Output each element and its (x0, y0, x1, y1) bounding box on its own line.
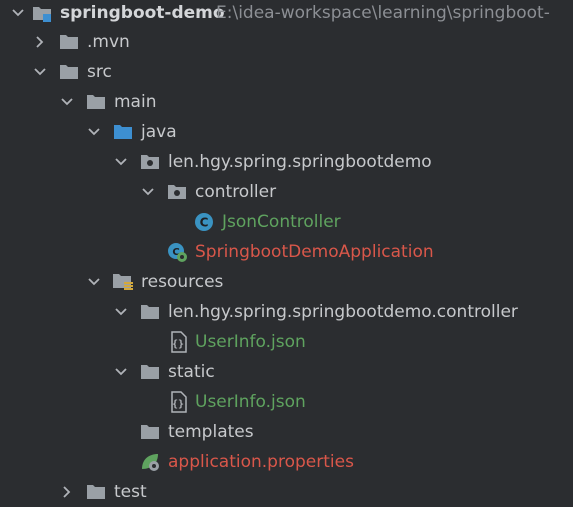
chevron-down-icon[interactable] (111, 302, 131, 322)
spring-properties-icon (139, 451, 161, 473)
chevron-down-icon[interactable] (111, 152, 131, 172)
tree-item-label: UserInfo.json (195, 392, 306, 412)
tree-row-main[interactable]: main (0, 87, 573, 117)
package-icon (166, 181, 188, 203)
tree-row-static[interactable]: static (0, 357, 573, 387)
tree-item-label: len.hgy.spring.springbootdemo (168, 152, 432, 172)
tree-row-springboot-demo[interactable]: springboot-demo E:\idea-workspace\learni… (0, 0, 573, 28)
tree-row-jsoncontroller[interactable]: C JsonController (0, 207, 573, 237)
chevron-down-icon[interactable] (84, 122, 104, 142)
tree-row-controller[interactable]: controller (0, 177, 573, 207)
chevron-down-icon[interactable] (30, 62, 50, 82)
chevron-down-icon[interactable] (138, 182, 158, 202)
json-file-icon: {} (167, 331, 189, 353)
tree-row-src[interactable]: src (0, 57, 573, 87)
tree-row-test[interactable]: test (0, 477, 573, 507)
tree-item-label: application.properties (168, 452, 354, 472)
tree-row-userinfo-json[interactable]: {} UserInfo.json (0, 327, 573, 357)
folder-icon (139, 361, 161, 383)
tree-item-label: static (168, 362, 215, 382)
folder-icon (58, 61, 80, 83)
tree-item-label: test (114, 482, 147, 502)
tree-item-label: SpringbootDemoApplication (195, 242, 434, 262)
tree-row-resources[interactable]: resources (0, 267, 573, 297)
chevron-down-icon[interactable] (111, 362, 131, 382)
class-icon: C (193, 211, 215, 233)
tree-row-springbootdemoapplication[interactable]: C SpringbootDemoApplication (0, 237, 573, 267)
root-path: E:\idea-workspace\learning\springboot- (216, 3, 550, 23)
tree-item-label: src (87, 62, 112, 82)
chevron-right-icon[interactable] (30, 32, 50, 52)
svg-text:{}: {} (172, 339, 184, 350)
svg-text:C: C (200, 216, 209, 230)
folder-icon (139, 301, 161, 323)
spring-boot-application-icon: C (166, 241, 188, 263)
tree-row-application-properties[interactable]: application.properties (0, 447, 573, 477)
chevron-down-icon[interactable] (84, 272, 104, 292)
package-icon (139, 151, 161, 173)
chevron-down-icon[interactable] (8, 3, 28, 23)
tree-item-label: .mvn (87, 32, 130, 52)
chevron-down-icon[interactable] (57, 92, 77, 112)
tree-row-templates[interactable]: templates (0, 417, 573, 447)
root-label: springboot-demo (60, 3, 225, 23)
tree-item-label: java (141, 122, 177, 142)
folder-icon (85, 481, 107, 503)
chevron-right-icon[interactable] (57, 482, 77, 502)
tree-row-java[interactable]: java (0, 117, 573, 147)
tree-item-label: len.hgy.spring.springbootdemo.controller (168, 302, 518, 322)
source-folder-icon (112, 121, 134, 143)
folder-icon (85, 91, 107, 113)
folder-icon (58, 31, 80, 53)
tree-item-label: resources (141, 272, 224, 292)
tree-item-label: controller (195, 182, 277, 202)
resources-folder-icon (112, 271, 134, 293)
tree-row-static-userinfo-json[interactable]: {} UserInfo.json (0, 387, 573, 417)
svg-text:{}: {} (172, 399, 184, 410)
tree-item-label: JsonController (222, 212, 341, 232)
tree-row-package[interactable]: len.hgy.spring.springbootdemo (0, 147, 573, 177)
folder-icon (139, 421, 161, 443)
tree-row-mvn[interactable]: .mvn (0, 27, 573, 57)
tree-row-resource-controller[interactable]: len.hgy.spring.springbootdemo.controller (0, 297, 573, 327)
project-tree: springboot-demo E:\idea-workspace\learni… (0, 0, 573, 502)
json-file-icon: {} (167, 391, 189, 413)
tree-item-label: main (114, 92, 157, 112)
tree-item-label: templates (168, 422, 254, 442)
tree-item-label: UserInfo.json (195, 332, 306, 352)
module-folder-icon (31, 2, 53, 24)
